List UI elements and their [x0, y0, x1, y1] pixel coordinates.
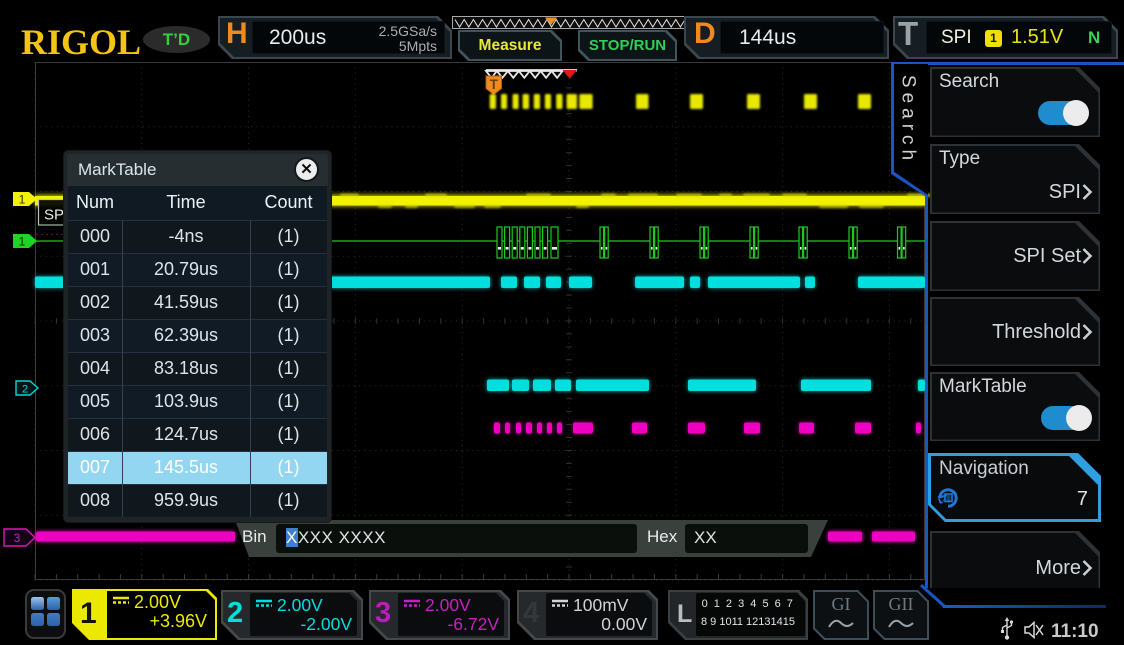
svg-text:2: 2 — [22, 384, 28, 396]
svg-text:1: 1 — [19, 193, 26, 207]
svg-text:1: 1 — [19, 235, 26, 249]
svg-text:T: T — [490, 77, 499, 92]
svg-text:3: 3 — [14, 531, 21, 545]
